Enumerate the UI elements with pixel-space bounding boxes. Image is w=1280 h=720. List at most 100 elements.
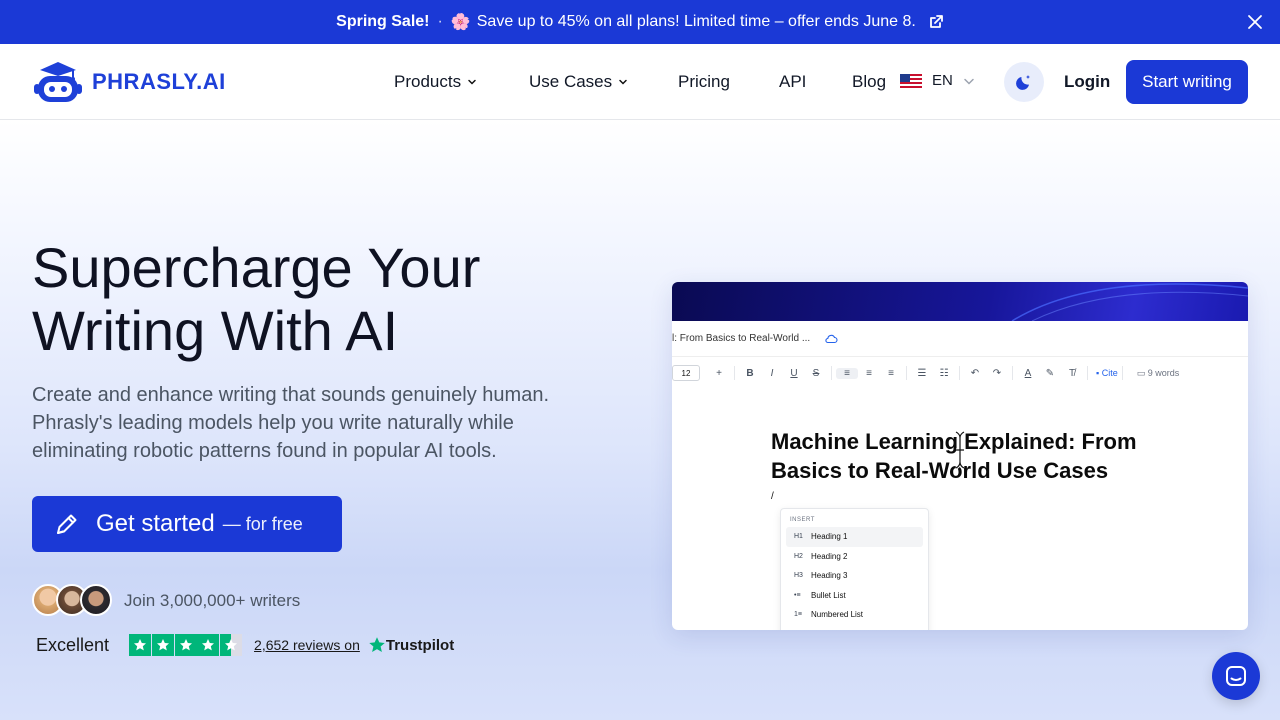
toolbar-divider xyxy=(1087,366,1088,380)
editor-header-banner xyxy=(672,282,1248,321)
half-star-icon xyxy=(220,634,243,656)
menu-item-label: Bullet List xyxy=(811,590,846,600)
editor-toolbar: 12 + B I U S ≡ ≡ ≡ ☰ ☷ ↶ ↷ A ✎ T̸ ▪ Cite… xyxy=(672,357,1248,389)
nav-products-label: Products xyxy=(394,72,462,91)
redo-icon[interactable]: ↷ xyxy=(986,368,1008,379)
promo-separator: · xyxy=(437,13,443,30)
cta-sub-label: — for free xyxy=(222,513,303,534)
font-size-input[interactable]: 12 xyxy=(672,365,700,381)
moon-icon xyxy=(1016,75,1030,90)
menu-item-bullet-list[interactable]: •≡ Bullet List xyxy=(786,586,923,606)
get-started-button[interactable]: Get started — for free xyxy=(32,496,342,552)
toolbar-divider xyxy=(906,366,907,380)
nav-blog-label: Blog xyxy=(852,72,887,91)
flower-icon: 🌸 xyxy=(450,14,471,31)
chevron-down-icon xyxy=(619,79,627,85)
text-color-icon[interactable]: A xyxy=(1017,368,1039,379)
nav-api[interactable]: API xyxy=(779,72,806,92)
nav-pricing[interactable]: Pricing xyxy=(678,72,730,92)
bold-icon[interactable]: B xyxy=(739,368,761,379)
logo-text: PHRASLY.AI xyxy=(92,69,226,94)
menu-item-numbered-list[interactable]: 1≡ Numbered List xyxy=(786,605,923,625)
wave-decoration xyxy=(1011,283,1248,321)
insert-menu-label: INSERT xyxy=(790,517,815,523)
toolbar-divider xyxy=(1012,366,1013,380)
chat-widget-button[interactable] xyxy=(1212,652,1260,700)
menu-item-label: Heading 1 xyxy=(811,532,848,542)
align-center-icon[interactable]: ≡ xyxy=(858,368,880,379)
start-writing-button[interactable]: Start writing xyxy=(1126,60,1248,104)
cta-main-label: Get started xyxy=(96,510,215,537)
heading-3-icon: H3 xyxy=(794,572,803,580)
bullet-list-icon[interactable]: ☰ xyxy=(911,368,933,379)
nav-products[interactable]: Products xyxy=(394,72,477,92)
document-title[interactable]: Machine Learning Explained: From Basics … xyxy=(771,427,1211,485)
logo[interactable]: PHRASLY.AI xyxy=(32,60,226,104)
trustpilot-brand: Trustpilot xyxy=(368,636,454,654)
external-link-icon[interactable] xyxy=(928,14,944,30)
numbered-list-icon: 1≡ xyxy=(794,611,802,619)
heading-2-icon: H2 xyxy=(794,552,803,560)
chevron-down-icon xyxy=(964,78,974,85)
menu-item-label: Numbered List xyxy=(811,610,864,620)
top-nav: PHRASLY.AI Products Use Cases Pricing AP… xyxy=(0,44,1280,120)
language-selector[interactable]: EN xyxy=(900,72,975,89)
chevron-down-icon xyxy=(468,79,476,85)
nav-api-label: API xyxy=(779,72,807,91)
italic-icon[interactable]: I xyxy=(761,368,783,379)
robot-logo-icon xyxy=(34,62,82,102)
pencil-icon xyxy=(57,514,77,534)
writer-avatars xyxy=(32,584,112,616)
menu-item-heading-2[interactable]: H2 Heading 2 xyxy=(786,547,923,567)
close-icon[interactable] xyxy=(1246,13,1264,31)
nav-pricing-label: Pricing xyxy=(678,72,730,91)
undo-icon[interactable]: ↶ xyxy=(964,368,986,379)
login-link[interactable]: Login xyxy=(1064,72,1110,92)
star-icon xyxy=(151,634,174,656)
cite-button[interactable]: ▪ Cite xyxy=(1096,368,1118,378)
trustpilot-reviews-link[interactable]: 2,652 reviews on xyxy=(254,637,360,653)
highlight-icon[interactable]: ✎ xyxy=(1039,368,1061,379)
promo-message[interactable]: Save up to 45% on all plans! Limited tim… xyxy=(477,13,916,31)
text-cursor-icon xyxy=(955,430,965,470)
strikethrough-icon[interactable]: S xyxy=(805,368,827,379)
menu-item-label: Heading 3 xyxy=(811,571,848,581)
align-left-icon[interactable]: ≡ xyxy=(836,367,858,379)
theme-toggle-button[interactable] xyxy=(1004,62,1044,102)
menu-item-heading-3[interactable]: H3 Heading 3 xyxy=(786,566,923,586)
promo-bold: Spring Sale! xyxy=(336,13,430,30)
toolbar-divider xyxy=(959,366,960,380)
trustpilot-widget[interactable]: Excellent 2,652 reviews on Trustpilot xyxy=(36,634,454,656)
menu-item-heading-1[interactable]: H1 Heading 1 xyxy=(786,527,923,547)
trustpilot-rating-word: Excellent xyxy=(36,634,110,655)
nav-blog[interactable]: Blog xyxy=(852,72,886,92)
numbered-list-icon[interactable]: ☷ xyxy=(933,368,955,379)
slash-command: / xyxy=(771,491,774,502)
cloud-icon xyxy=(825,334,838,343)
chat-icon xyxy=(1226,666,1246,686)
trustpilot-stars xyxy=(129,634,243,656)
toolbar-divider xyxy=(734,366,735,380)
bullet-list-icon: •≡ xyxy=(794,591,801,599)
underline-icon[interactable]: U xyxy=(783,368,805,379)
plus-icon[interactable]: + xyxy=(708,368,730,379)
menu-item-label: Heading 2 xyxy=(811,551,848,561)
hero-headline: Supercharge Your Writing With AI xyxy=(32,236,481,362)
align-right-icon[interactable]: ≡ xyxy=(880,368,902,379)
heading-1-icon: H1 xyxy=(794,533,803,541)
star-icon xyxy=(197,634,220,656)
trustpilot-brand-label: Trustpilot xyxy=(385,636,455,654)
editor-preview: l: From Basics to Real-World ... 12 + B … xyxy=(672,282,1248,630)
nav-use-cases-label: Use Cases xyxy=(529,72,613,91)
promo-banner: Spring Sale! · 🌸 Save up to 45% on all p… xyxy=(0,0,1280,44)
toolbar-divider xyxy=(1121,366,1123,380)
editor-title-bar: l: From Basics to Real-World ... xyxy=(672,321,1248,357)
star-icon xyxy=(174,634,197,656)
join-writers-text: Join 3,000,000+ writers xyxy=(124,591,301,610)
nav-use-cases[interactable]: Use Cases xyxy=(529,72,628,92)
hero-subtext: Create and enhance writing that sounds g… xyxy=(32,384,550,462)
toolbar-divider xyxy=(831,366,832,380)
word-count: ▭ 9 words xyxy=(1136,367,1180,378)
clear-format-icon[interactable]: T̸ xyxy=(1061,368,1083,379)
doc-name[interactable]: l: From Basics to Real-World ... xyxy=(672,333,810,344)
